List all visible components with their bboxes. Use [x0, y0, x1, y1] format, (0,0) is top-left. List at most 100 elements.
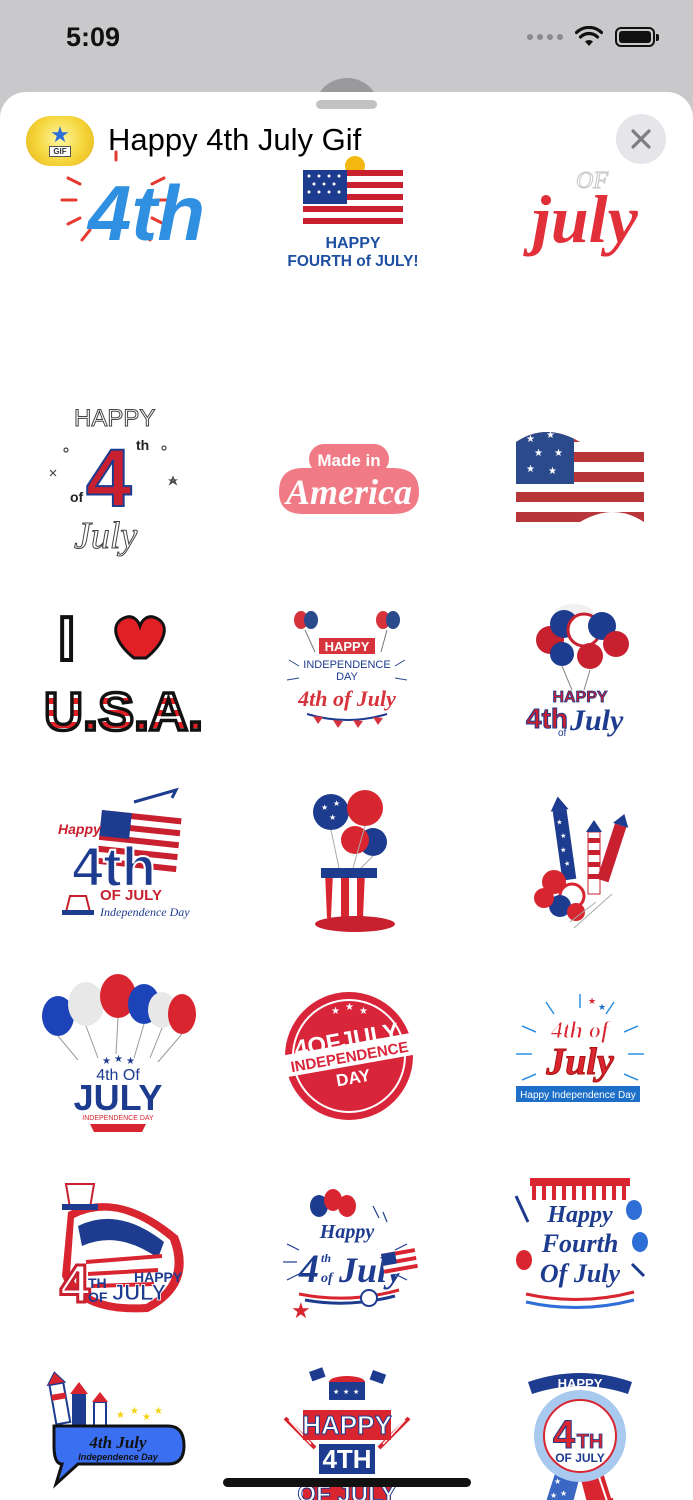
- sticker-cell[interactable]: ★ ★ ★ HAPPY 4TH OF JULY: [231, 1340, 462, 1500]
- sticker-cell[interactable]: ★ ★ ★ ★: [462, 764, 693, 956]
- sticker-cell[interactable]: 4th: [0, 150, 231, 380]
- sticker-of-july-script[interactable]: OF july: [500, 130, 656, 286]
- battery-icon: [615, 27, 659, 47]
- svg-text:★: ★: [126, 1056, 135, 1067]
- sticker-4th-july-bubble[interactable]: ★ ★ ★ ★ 4th July Independence Day: [38, 1358, 194, 1500]
- sticker-text: Made in: [317, 451, 380, 470]
- sticker-text: of: [558, 728, 567, 739]
- svg-text:★: ★: [291, 1298, 311, 1323]
- sticker-uncle-sam-hat-balloons[interactable]: ★ ★ ★: [269, 782, 425, 938]
- sticker-cell[interactable]: ★ ★ ★: [231, 764, 462, 956]
- sticker-happy-4th-of-july-script[interactable]: Happy 4 th of July ★: [269, 1166, 425, 1323]
- svg-text:★: ★: [559, 846, 566, 855]
- svg-text:★: ★: [102, 1056, 111, 1067]
- sticker-text: th: [136, 437, 149, 453]
- sticker-cell[interactable]: HAPPY 4 th of July: [0, 380, 231, 572]
- svg-text:★: ★: [526, 434, 535, 445]
- sticker-text: U.S.A.: [44, 682, 203, 742]
- svg-text:★: ★: [534, 448, 543, 459]
- svg-text:★: ★: [546, 430, 555, 441]
- sticker-text: HAPPY: [557, 1376, 602, 1391]
- sticker-i-love-usa[interactable]: I U.S.A.: [38, 590, 205, 746]
- sticker-happy-fourth-of-july[interactable]: Happy Fourth Of July: [500, 1166, 656, 1322]
- sticker-fireworks-rockets[interactable]: ★ ★ ★ ★: [500, 782, 656, 938]
- svg-text:★: ★: [359, 1006, 368, 1017]
- sticker-waving-flag[interactable]: ★ ★ ★ ★ ★ ★: [500, 398, 656, 554]
- sticker-made-in-america[interactable]: Made in America: [269, 398, 425, 554]
- svg-text:★: ★: [116, 1410, 125, 1421]
- sticker-4th-blue[interactable]: 4th: [38, 130, 205, 286]
- sheet-grabber[interactable]: [316, 100, 377, 109]
- sticker-independence-day-balloons[interactable]: HAPPY INDEPENDENCE DAY 4th of July: [269, 590, 425, 746]
- sticker-text: America: [284, 472, 412, 512]
- sticker-text: JULY: [73, 1077, 162, 1118]
- svg-text:★: ★: [588, 996, 596, 1006]
- sticker-text: Happy Independence Day: [520, 1090, 636, 1101]
- sticker-text: FOURTH of JULY!: [287, 253, 418, 270]
- sticker-text: OF JULY: [100, 887, 162, 904]
- sticker-text: Independence Day: [78, 1452, 159, 1462]
- sticker-happy-4th-balloons[interactable]: HAPPY 4th of July: [500, 590, 656, 746]
- sticker-text: TH: [576, 1431, 603, 1453]
- sticker-cell[interactable]: 4th of July Happy Independence Day ★ ★: [462, 956, 693, 1148]
- sticker-cell[interactable]: ★ ★ ★ ★ 4th July Independence Day: [0, 1340, 231, 1500]
- svg-text:★: ★: [598, 1002, 606, 1012]
- svg-text:★: ★: [345, 1002, 354, 1013]
- sticker-cell[interactable]: OF july: [462, 167, 693, 380]
- sticker-text: DAY: [336, 671, 358, 683]
- sticker-cell[interactable]: I U.S.A.: [0, 572, 231, 764]
- sticker-cell[interactable]: ★ ★ ★ ★ ★ ★: [462, 380, 693, 572]
- sticker-text: of: [70, 489, 84, 505]
- sticker-text: INDEPENDENCE: [303, 659, 390, 671]
- sticker-cell[interactable]: HAPPY FOURTH of JULY!: [231, 156, 462, 380]
- sticker-text: of: [321, 1271, 334, 1286]
- status-time: 5:09: [66, 22, 121, 52]
- sticker-cell[interactable]: Happy 4 th of July ★: [231, 1148, 462, 1340]
- sticker-text: July: [74, 515, 137, 557]
- sticker-text: INDEPENDENCE DAY: [82, 1115, 154, 1122]
- svg-text:★: ★: [560, 1489, 567, 1498]
- sticker-4th-of-july-burst[interactable]: 4th of July Happy Independence Day ★ ★: [500, 974, 656, 1130]
- svg-text:★: ★: [130, 1406, 139, 1417]
- svg-text:★: ★: [559, 832, 566, 841]
- sticker-text: Fourth: [540, 1229, 618, 1258]
- sticker-text: 4: [298, 1246, 319, 1291]
- sticker-text: July: [545, 1041, 614, 1083]
- sticker-text: HAPPY: [74, 405, 155, 432]
- svg-text:★: ★: [353, 1388, 359, 1396]
- sticker-balloons-4th-of-july[interactable]: ★ ★ ★ 4th Of JULY INDEPENDENCE DAY: [38, 974, 196, 1132]
- svg-text:★: ★: [329, 813, 336, 822]
- sticker-cell[interactable]: ★ ★ ★ 4OFJULY INDEPENDENCE DAY: [231, 956, 462, 1148]
- sticker-text: 4th: [86, 169, 205, 257]
- svg-text:★: ★: [154, 1406, 163, 1417]
- sticker-text: 4th of July: [297, 686, 396, 711]
- sticker-cell[interactable]: Made in America: [231, 380, 462, 572]
- home-indicator[interactable]: [223, 1478, 471, 1487]
- sticker-cell[interactable]: ★ ★ ★ HAPPY 4 TH OF JULY: [462, 1340, 693, 1500]
- sticker-cell[interactable]: 4 TH OF HAPPY JULY: [0, 1148, 231, 1340]
- sticker-text: 4: [86, 433, 132, 524]
- sticker-cell[interactable]: HAPPY INDEPENDENCE DAY 4th of July: [231, 572, 462, 764]
- sticker-cell[interactable]: Happy 4th OF JULY Independence Day: [0, 764, 231, 956]
- svg-text:★: ★: [550, 1491, 557, 1500]
- svg-text:★: ★: [526, 464, 535, 475]
- sticker-4th-happy-july-hat[interactable]: 4 TH OF HAPPY JULY: [38, 1166, 194, 1322]
- sticker-flag-happy-fourth[interactable]: HAPPY FOURTH of JULY!: [269, 130, 425, 286]
- sticker-cell[interactable]: Happy Fourth Of July: [462, 1148, 693, 1340]
- sticker-cell[interactable]: HAPPY 4th of July: [462, 572, 693, 764]
- sticker-text: I: [58, 605, 75, 674]
- sticker-text: OF: [88, 1289, 108, 1305]
- sticker-cell[interactable]: ★ ★ ★ 4th Of JULY INDEPENDENCE DAY: [0, 956, 231, 1148]
- sticker-happy-4th-of-july-outline[interactable]: HAPPY 4 th of July: [38, 398, 194, 558]
- svg-text:★: ★: [321, 803, 328, 812]
- sticker-sheet: ★ GIF Happy 4th July Gif 4th HAPPY FOURT…: [0, 92, 693, 1500]
- svg-text:★: ★: [554, 448, 563, 459]
- sticker-happy-4th-of-july-badge[interactable]: ★ ★ ★ HAPPY 4 TH OF JULY: [500, 1358, 656, 1500]
- sticker-4-of-july-stamp[interactable]: ★ ★ ★ 4OFJULY INDEPENDENCE DAY: [269, 974, 425, 1130]
- sticker-text: Happy: [546, 1202, 613, 1228]
- sticker-text: July: [569, 704, 624, 737]
- sticker-happy-4th-independence[interactable]: Happy 4th OF JULY Independence Day: [38, 782, 194, 938]
- sticker-text: Of July: [539, 1259, 620, 1288]
- sticker-text: th: [321, 1251, 331, 1265]
- sticker-text: OF JULY: [555, 1451, 605, 1465]
